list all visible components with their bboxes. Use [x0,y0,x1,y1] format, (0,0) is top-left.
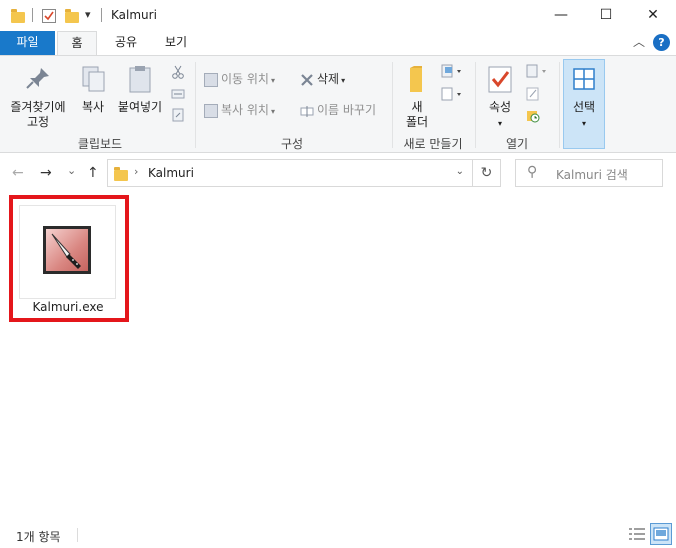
organize-group-label: 구성 [280,137,304,151]
cut-icon[interactable] [171,65,185,79]
tab-file[interactable]: 파일 [0,31,55,55]
divider [32,8,33,22]
select-dropdown: ▾ [581,119,586,128]
rename-button[interactable]: 이름 바꾸기 [300,101,376,119]
group-divider [392,62,393,148]
group-divider [559,62,560,148]
move-to-button[interactable]: 이동 위치 ▾ [204,70,275,88]
properties-icon [485,64,515,94]
status-bar: 1개 항목 [0,520,676,548]
breadcrumb-kalmuri[interactable]: Kalmuri [148,166,194,180]
new-folder-icon [402,64,432,94]
delete-label: 삭제 [317,72,340,86]
folder-icon [11,9,25,23]
large-icons-view-icon[interactable] [650,523,672,545]
select-label: 선택 [572,100,596,114]
paste-shortcut-icon[interactable] [171,108,185,122]
paste-button[interactable]: 붙여넣기 [114,64,166,115]
ribbon: 즐겨찾기에 고정 복사 붙여넣기 클립보드 이동 위치 ▾ 복사 위치 ▾ 삭제 ▾ [0,55,676,153]
ribbon-tabs: 파일 홈 공유 보기 [0,31,676,55]
tab-share[interactable]: 공유 [106,31,146,55]
quick-access-dropdown[interactable]: ▾ [85,8,91,21]
collapse-ribbon-icon[interactable]: ︿ [633,33,645,50]
paste-icon [125,64,155,94]
search-placeholder: Kalmuri 검색 [556,168,628,182]
window-title: Kalmuri [111,8,157,22]
open-group-label: 열기 [505,137,529,151]
move-to-label: 이동 위치 [221,72,269,86]
paste-label: 붙여넣기 [117,100,163,114]
pin-icon [23,64,53,94]
address-dropdown-icon[interactable]: ⌄ [456,166,464,177]
copy-button[interactable]: 복사 [74,64,112,115]
move-to-icon [204,72,218,87]
divider [101,8,102,22]
delete-icon [300,73,314,87]
recent-locations-button[interactable]: ⌄ [67,164,76,177]
copy-path-icon[interactable] [171,87,185,101]
breadcrumb-chevron[interactable]: › [134,165,138,178]
maximize-button[interactable]: ☐ [583,0,629,31]
search-box[interactable]: ⚲ Kalmuri 검색 [515,159,663,187]
group-divider [475,62,476,148]
rename-icon [300,104,314,118]
properties-label: 속성 [488,100,512,114]
divider [77,528,78,542]
search-icon: ⚲ [527,164,538,180]
item-count: 1개 항목 [16,530,61,544]
properties-button[interactable]: 속성 ▾ [480,64,520,131]
folder-icon [114,167,128,181]
properties-dropdown: ▾ [497,119,502,128]
new-item-icon[interactable] [441,64,465,78]
refresh-button[interactable]: ↻ [473,159,501,187]
new-group-label: 새로 만들기 [403,137,463,151]
easy-access-icon[interactable] [441,87,465,101]
pin-to-quick-access-button[interactable]: 즐겨찾기에 고정 [6,64,70,130]
file-name[interactable]: Kalmuri.exe [18,300,118,314]
pin-label-line2: 고정 [26,115,50,129]
minimize-button[interactable]: — [538,0,584,31]
help-icon[interactable]: ? [653,34,670,51]
address-bar[interactable]: › Kalmuri ⌄ [107,159,473,187]
new-folder-quick-icon[interactable] [65,9,79,23]
select-all-icon [569,64,599,94]
new-folder-label-line1: 새 [411,100,423,114]
back-button[interactable]: ← [12,165,24,181]
new-folder-button[interactable]: 새 폴더 [398,64,436,130]
copy-icon [78,64,108,94]
properties-quick-icon[interactable] [42,9,56,23]
open-icon[interactable] [526,64,550,78]
title-bar: ▾ Kalmuri — ☐ ✕ [0,0,676,31]
select-button[interactable]: 선택 ▾ [563,59,605,149]
close-button[interactable]: ✕ [630,0,676,31]
up-button[interactable]: ↑ [87,165,99,181]
group-divider [195,62,196,148]
copy-label: 복사 [81,100,105,114]
forward-button[interactable]: → [40,165,52,181]
delete-button[interactable]: 삭제 ▾ [300,70,345,88]
edit-icon[interactable] [526,87,540,101]
tab-view[interactable]: 보기 [154,31,198,55]
copy-to-icon [204,103,218,118]
copy-to-button[interactable]: 복사 위치 ▾ [204,101,275,119]
clipboard-group-label: 클립보드 [77,137,123,151]
knife-app-icon [43,226,91,274]
rename-label: 이름 바꾸기 [317,103,377,117]
history-icon[interactable] [526,109,540,123]
file-item[interactable] [19,205,116,299]
pin-label-line1: 즐겨찾기에 [10,100,66,114]
copy-to-label: 복사 위치 [221,103,269,117]
tab-home[interactable]: 홈 [57,31,97,55]
details-view-icon[interactable] [628,526,646,542]
new-folder-label-line2: 폴더 [405,115,429,129]
